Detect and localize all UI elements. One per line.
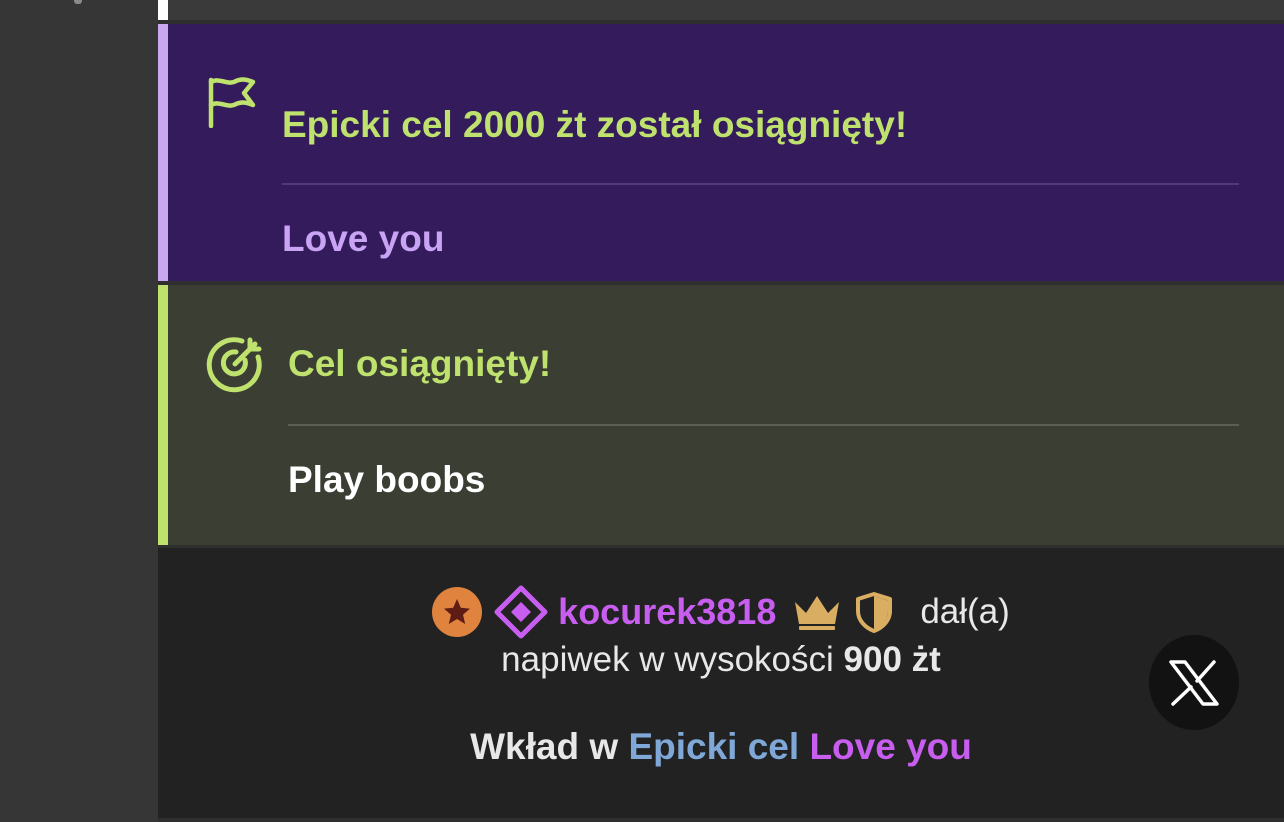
x-logo-icon (1169, 659, 1219, 706)
goal-title: Cel osiągnięty! (288, 343, 552, 384)
left-sidebar (0, 0, 158, 822)
flag-icon (208, 77, 256, 128)
previous-message-edge (158, 0, 1284, 20)
tip-contribution-line: Wkład w Epicki cel Love you (158, 726, 1284, 768)
diamond-icon (494, 585, 548, 639)
goal-divider (288, 424, 1239, 426)
tip-amount-line: napiwek w wysokości 900 żt (158, 640, 1284, 680)
epic-goal-reached-card: Epicki cel 2000 żt został osiągnięty! Lo… (158, 24, 1284, 281)
epic-goal-title: Epicki cel 2000 żt został osiągnięty! (282, 104, 908, 145)
previous-message-accent (158, 0, 168, 20)
sidebar-edge-mark (74, 0, 82, 4)
share-x-button[interactable] (1149, 635, 1239, 730)
tip-message: kocurek3818 dał(a) napiwek w wysokości 9… (158, 548, 1284, 818)
contribution-goal-name: Love you (809, 726, 972, 767)
tip-amount: 900 żt (843, 640, 941, 679)
tip-action-text: dał(a) (920, 592, 1010, 631)
goal-message: Play boobs (288, 459, 486, 500)
contribution-goal-kind: Epicki cel (628, 726, 800, 767)
crown-icon (795, 596, 840, 630)
star-badge-icon (432, 587, 483, 637)
contribution-prefix: Wkład w (470, 726, 619, 767)
username-link[interactable]: kocurek3818 (558, 591, 776, 633)
shield-icon (856, 592, 893, 633)
target-icon (206, 337, 262, 393)
chat-feed: Epicki cel 2000 żt został osiągnięty! Lo… (158, 0, 1284, 822)
goal-reached-card: Cel osiągnięty! Play boobs (158, 285, 1284, 545)
goal-accent-bar (158, 285, 168, 545)
epic-goal-divider (282, 183, 1239, 185)
epic-goal-message: Love you (282, 218, 445, 259)
tip-user-line: kocurek3818 dał(a) (158, 585, 1284, 639)
epic-goal-accent-bar (158, 24, 168, 281)
tip-amount-prefix: napiwek w wysokości (501, 640, 834, 679)
